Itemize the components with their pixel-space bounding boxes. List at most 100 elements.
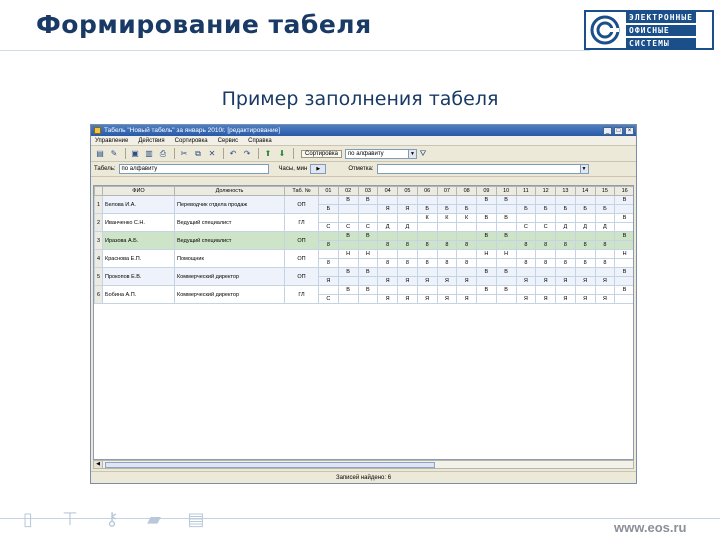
day-hours-cell[interactable] — [357, 204, 379, 214]
day-hours-cell[interactable] — [476, 240, 497, 250]
sort-label[interactable]: Сортировка — [301, 149, 342, 158]
day-hours-cell[interactable]: Б — [436, 204, 458, 214]
day-hours-cell[interactable] — [495, 222, 517, 232]
day-hours-cell[interactable]: Б — [318, 204, 339, 214]
day-hours-cell[interactable]: Я — [436, 294, 458, 304]
day-mark-cell[interactable]: В — [337, 267, 359, 277]
day-hours-cell[interactable]: Я — [535, 294, 556, 304]
day-mark-cell[interactable]: В — [476, 267, 497, 277]
day-hours-cell[interactable]: 8 — [456, 240, 477, 250]
column-header[interactable]: 03 — [357, 186, 379, 196]
day-hours-cell[interactable]: 8 — [416, 258, 438, 268]
day-mark-cell[interactable] — [416, 231, 438, 241]
row-number[interactable]: 1 — [94, 195, 103, 214]
day-hours-cell[interactable]: 8 — [377, 258, 398, 268]
employee-name-cell[interactable]: Иванченко С.Н. — [102, 213, 175, 232]
minimize-button[interactable]: _ — [603, 126, 612, 135]
day-hours-cell[interactable] — [495, 294, 517, 304]
column-header[interactable]: 08 — [456, 186, 477, 196]
day-mark-cell[interactable]: В — [476, 213, 497, 223]
day-hours-cell[interactable]: Я — [397, 204, 418, 214]
copy-icon[interactable]: ⧉ — [192, 148, 204, 159]
day-mark-cell[interactable] — [357, 213, 379, 223]
day-mark-cell[interactable]: Н — [476, 249, 497, 259]
day-mark-cell[interactable] — [594, 195, 616, 205]
day-mark-cell[interactable] — [594, 267, 616, 277]
delete-icon[interactable]: ✕ — [206, 148, 218, 159]
employee-name-cell[interactable]: Иразова А.Б. — [102, 231, 175, 250]
day-mark-cell[interactable] — [416, 195, 438, 205]
day-hours-cell[interactable]: Я — [594, 276, 616, 286]
day-hours-cell[interactable] — [337, 240, 359, 250]
column-header[interactable]: Таб. № — [284, 186, 319, 196]
day-hours-cell[interactable]: 8 — [318, 258, 339, 268]
day-mark-cell[interactable]: В — [614, 267, 633, 277]
day-mark-cell[interactable] — [535, 267, 556, 277]
day-hours-cell[interactable] — [495, 240, 517, 250]
day-mark-cell[interactable] — [515, 195, 537, 205]
day-mark-cell[interactable] — [318, 267, 339, 277]
employee-name-cell[interactable]: Белова И.А. — [102, 195, 175, 214]
day-hours-cell[interactable] — [476, 294, 497, 304]
day-hours-cell[interactable]: С — [318, 222, 339, 232]
save-icon[interactable]: ▣ — [129, 148, 141, 159]
day-mark-cell[interactable]: В — [476, 285, 497, 295]
day-hours-cell[interactable]: С — [515, 222, 537, 232]
day-hours-cell[interactable]: 8 — [397, 240, 418, 250]
day-mark-cell[interactable] — [555, 231, 576, 241]
day-mark-cell[interactable] — [574, 249, 596, 259]
row-number[interactable]: 6 — [94, 285, 103, 304]
day-mark-cell[interactable] — [397, 195, 418, 205]
day-mark-cell[interactable] — [456, 231, 477, 241]
menu-item-manage[interactable]: Управление — [95, 138, 128, 144]
tab-number-cell[interactable]: ГЛ — [284, 285, 319, 304]
day-hours-cell[interactable] — [357, 240, 379, 250]
day-hours-cell[interactable]: Я — [416, 276, 438, 286]
day-hours-cell[interactable]: 8 — [456, 258, 477, 268]
day-mark-cell[interactable]: Н — [495, 249, 517, 259]
day-mark-cell[interactable] — [555, 249, 576, 259]
day-mark-cell[interactable] — [555, 285, 576, 295]
day-mark-cell[interactable]: В — [495, 213, 517, 223]
day-mark-cell[interactable] — [515, 213, 537, 223]
day-mark-cell[interactable] — [535, 231, 556, 241]
day-mark-cell[interactable] — [594, 231, 616, 241]
day-hours-cell[interactable]: Д — [574, 222, 596, 232]
row-number[interactable]: 3 — [94, 231, 103, 250]
day-hours-cell[interactable]: Б — [515, 204, 537, 214]
day-hours-cell[interactable] — [495, 276, 517, 286]
day-mark-cell[interactable]: В — [495, 231, 517, 241]
day-hours-cell[interactable] — [337, 204, 359, 214]
day-hours-cell[interactable]: С — [357, 222, 379, 232]
day-hours-cell[interactable]: Б — [416, 204, 438, 214]
day-hours-cell[interactable] — [614, 258, 633, 268]
day-hours-cell[interactable]: Я — [574, 276, 596, 286]
day-hours-cell[interactable] — [337, 276, 359, 286]
day-mark-cell[interactable]: Н — [614, 249, 633, 259]
row-number[interactable]: 4 — [94, 249, 103, 268]
menu-item-actions[interactable]: Действия — [138, 138, 164, 144]
column-header[interactable]: 06 — [416, 186, 438, 196]
day-mark-cell[interactable]: К — [436, 213, 458, 223]
column-header[interactable]: 02 — [337, 186, 359, 196]
timesheet-filter-input[interactable]: по алфавиту — [118, 164, 269, 174]
day-hours-cell[interactable]: 8 — [535, 258, 556, 268]
column-header[interactable]: 13 — [555, 186, 576, 196]
day-mark-cell[interactable] — [515, 285, 537, 295]
day-hours-cell[interactable]: Я — [377, 294, 398, 304]
day-mark-cell[interactable]: В — [614, 285, 633, 295]
day-hours-cell[interactable]: 8 — [555, 240, 576, 250]
day-hours-cell[interactable] — [357, 258, 379, 268]
day-mark-cell[interactable] — [594, 249, 616, 259]
day-mark-cell[interactable]: В — [476, 195, 497, 205]
undo-icon[interactable]: ↶ — [227, 148, 239, 159]
day-hours-cell[interactable]: Я — [535, 276, 556, 286]
day-hours-cell[interactable] — [357, 276, 379, 286]
day-hours-cell[interactable]: С — [318, 294, 339, 304]
day-hours-cell[interactable]: Д — [594, 222, 616, 232]
day-hours-cell[interactable] — [614, 294, 633, 304]
day-mark-cell[interactable] — [397, 231, 418, 241]
position-cell[interactable]: Коммерческий директор — [174, 267, 285, 286]
filter-icon[interactable]: ⛛ — [417, 148, 429, 159]
day-mark-cell[interactable] — [318, 249, 339, 259]
